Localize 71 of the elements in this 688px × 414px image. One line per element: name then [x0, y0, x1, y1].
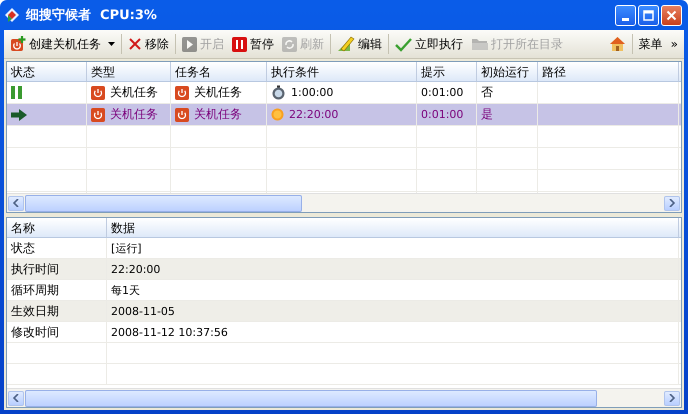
column-header[interactable]: 初始运行 [477, 62, 538, 81]
table-cell: 关机任务 [194, 106, 242, 123]
pause-icon [232, 36, 247, 52]
close-button[interactable] [661, 4, 682, 26]
sun-icon [271, 108, 284, 121]
refresh-icon [282, 36, 297, 52]
scroll-left-button[interactable] [8, 390, 24, 406]
chevron-right-icon [669, 394, 675, 402]
column-header[interactable]: 名称 [7, 218, 107, 237]
power-plus-icon [10, 36, 26, 52]
property-name: 修改时间 [11, 324, 59, 340]
close-icon [666, 10, 677, 20]
folder-icon [471, 37, 488, 51]
home-icon [608, 36, 626, 52]
column-header[interactable]: 数据 [107, 218, 679, 237]
maximize-button[interactable] [638, 4, 659, 26]
property-value: 2008-11-05 [111, 304, 175, 318]
menu-button[interactable]: 菜单 [634, 34, 667, 54]
caret-icon [108, 42, 115, 46]
property-value: [运行] [111, 240, 142, 256]
scroll-right-button[interactable] [664, 196, 680, 210]
table-cell: 否 [481, 84, 493, 101]
table-cell: 22:20:00 [289, 108, 338, 121]
window-title: 细搜守候者 CPU:3% [26, 6, 158, 24]
pencil-ruler-icon [337, 36, 355, 52]
property-name: 执行时间 [11, 260, 59, 278]
close-icon [128, 37, 142, 51]
scroll-left-button[interactable] [8, 196, 24, 210]
column-header[interactable]: 执行条件 [267, 62, 417, 81]
app-logo-icon [4, 7, 20, 23]
power-icon [175, 108, 189, 122]
property-value: 22:20:00 [111, 262, 160, 276]
checkmark-icon [395, 36, 412, 52]
property-value: 每1天 [111, 282, 140, 298]
pause-button[interactable]: 暂停 [228, 34, 278, 54]
column-header[interactable]: 状态 [7, 62, 87, 81]
table-cell: 0:01:00 [421, 108, 464, 121]
column-header[interactable]: 提示 [417, 62, 477, 81]
task-row[interactable]: 关机任务 关机任务 22:20:00 0:01:00 是 [7, 104, 681, 126]
column-header[interactable]: 类型 [87, 62, 171, 81]
create-button[interactable]: 创建关机任务 [6, 34, 119, 54]
table-cell: 关机任务 [194, 84, 242, 101]
scrollbar-thumb[interactable] [25, 194, 302, 212]
chevron-left-icon [13, 394, 19, 402]
power-icon [91, 108, 105, 122]
scroll-right-button[interactable] [664, 390, 680, 406]
execute-button[interactable]: 立即执行 [391, 34, 467, 54]
table-cell: 0:01:00 [421, 86, 464, 99]
table-cell: 关机任务 [110, 106, 158, 123]
scrollbar-thumb[interactable] [25, 390, 597, 406]
property-name: 生效日期 [11, 302, 59, 320]
minimize-button[interactable] [615, 4, 636, 26]
property-name: 循环周期 [11, 282, 59, 298]
chevron-right-icon [669, 199, 675, 207]
remove-button[interactable]: 移除 [124, 34, 173, 54]
minimize-icon [622, 18, 629, 20]
play-icon [182, 36, 197, 52]
table-cell: 是 [481, 106, 493, 123]
column-header[interactable]: 任务名 [171, 62, 267, 81]
property-name: 状态 [11, 240, 35, 256]
power-icon [91, 86, 105, 100]
chevron-left-icon [13, 199, 19, 207]
power-icon [175, 86, 189, 100]
edit-button[interactable]: 编辑 [333, 34, 386, 54]
table-cell: 关机任务 [110, 84, 158, 101]
column-header[interactable]: 路径 [538, 62, 679, 81]
stopwatch-icon [271, 85, 286, 100]
overflow-button[interactable]: » [666, 35, 682, 53]
table-cell: 1:00:00 [291, 86, 334, 99]
property-value: 2008-11-12 10:37:56 [111, 326, 228, 338]
maximize-icon [643, 10, 654, 20]
